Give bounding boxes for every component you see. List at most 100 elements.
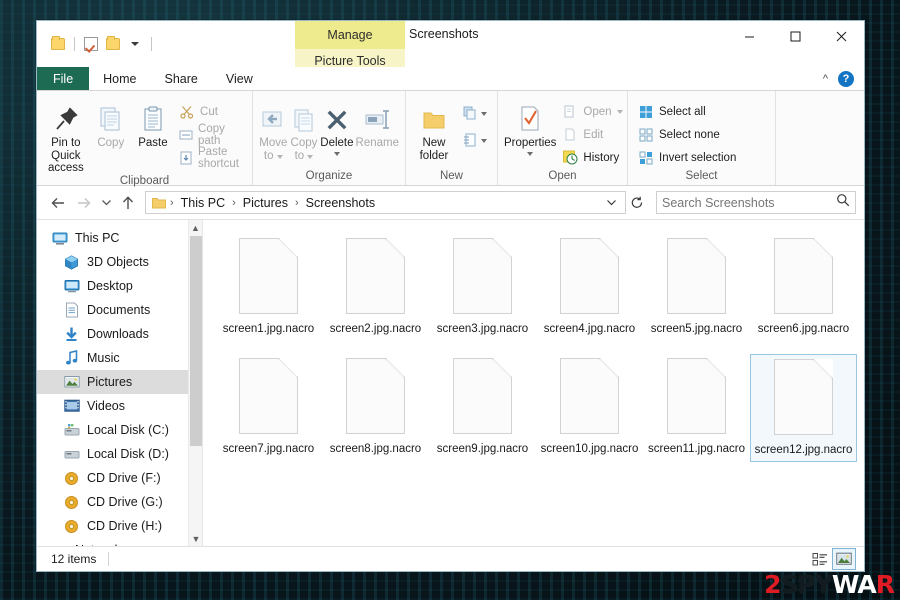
tab-view[interactable]: View <box>212 67 267 90</box>
sidebar-item-cd-drive-g[interactable]: CD Drive (G:) <box>37 490 202 514</box>
tab-share[interactable]: Share <box>151 67 212 90</box>
paste-shortcut-button[interactable]: Paste shortcut <box>175 146 246 170</box>
invert-selection-label: Invert selection <box>659 151 737 164</box>
sidebar-item-local-disk-c[interactable]: Local Disk (C:) <box>37 418 202 442</box>
breadcrumb-separator[interactable]: › <box>231 197 237 209</box>
copy-to-button[interactable]: Copy to <box>290 97 319 162</box>
customize-caret-icon[interactable] <box>124 34 146 54</box>
sidebar-item-videos[interactable]: Videos <box>37 394 202 418</box>
scrollbar-thumb[interactable] <box>190 236 202 446</box>
sidebar-item-network[interactable]: Network <box>37 538 202 546</box>
breadcrumb-screenshots[interactable]: Screenshots <box>302 196 379 210</box>
file-item[interactable]: screen4.jpg.nacro <box>536 234 643 340</box>
sidebar-item-this-pc[interactable]: This PC <box>37 226 202 250</box>
help-icon[interactable]: ? <box>838 70 854 87</box>
file-item[interactable]: screen3.jpg.nacro <box>429 234 536 340</box>
file-item[interactable]: screen9.jpg.nacro <box>429 354 536 462</box>
breadcrumb-pictures[interactable]: Pictures <box>239 196 292 210</box>
edit-button[interactable]: Edit <box>558 124 626 145</box>
easy-access-icon <box>462 133 478 149</box>
nav-pane-scrollbar[interactable]: ▲ ▼ <box>188 220 202 546</box>
file-item[interactable]: screen1.jpg.nacro <box>215 234 322 340</box>
file-item[interactable]: screen12.jpg.nacro <box>750 354 857 462</box>
documents-icon <box>63 302 80 319</box>
move-to-button[interactable]: Move to <box>259 97 288 162</box>
large-icons-view-button[interactable] <box>832 548 856 570</box>
chevron-down-icon <box>333 151 340 156</box>
chevron-down-icon[interactable] <box>601 191 621 214</box>
copy-path-button[interactable]: Copy path <box>175 123 246 147</box>
invert-selection-button[interactable]: Invert selection <box>634 147 740 168</box>
document-fold-corner <box>706 359 725 378</box>
select-all-button[interactable]: Select all <box>634 101 740 122</box>
sidebar-item-local-disk-d[interactable]: Local Disk (D:) <box>37 442 202 466</box>
paste-shortcut-icon <box>179 150 193 166</box>
file-item[interactable]: screen10.jpg.nacro <box>536 354 643 462</box>
recent-locations-button[interactable] <box>97 190 115 216</box>
file-item[interactable]: screen2.jpg.nacro <box>322 234 429 340</box>
file-item[interactable]: screen11.jpg.nacro <box>643 354 750 462</box>
file-item[interactable]: screen8.jpg.nacro <box>322 354 429 462</box>
rename-icon <box>362 100 392 134</box>
music-icon <box>63 350 80 367</box>
scroll-up-arrow-icon[interactable]: ▲ <box>189 220 202 235</box>
rename-button[interactable]: Rename <box>356 97 399 150</box>
breadcrumb-separator[interactable]: › <box>294 197 300 209</box>
file-item[interactable]: screen7.jpg.nacro <box>215 354 322 462</box>
open-button[interactable]: Open <box>558 101 626 122</box>
edit-label: Edit <box>583 128 604 141</box>
tab-home[interactable]: Home <box>89 67 151 90</box>
file-item[interactable]: screen6.jpg.nacro <box>750 234 857 340</box>
new-item-button[interactable] <box>458 103 491 124</box>
sidebar-item-documents[interactable]: Documents <box>37 298 202 322</box>
history-label: History <box>583 151 620 164</box>
new-folder-button[interactable]: New folder <box>412 97 456 162</box>
paste-button[interactable]: Paste <box>133 97 173 150</box>
sidebar-item-desktop[interactable]: Desktop <box>37 274 202 298</box>
sidebar-item-3d-objects[interactable]: 3D Objects <box>37 250 202 274</box>
sidebar-item-downloads[interactable]: Downloads <box>37 322 202 346</box>
tab-file[interactable]: File <box>37 67 90 90</box>
refresh-icon[interactable] <box>626 190 648 216</box>
search-input[interactable]: Search Screenshots <box>656 191 856 214</box>
sidebar-item-label: Videos <box>87 399 125 413</box>
button-label: Rename <box>355 137 399 149</box>
file-item[interactable]: screen5.jpg.nacro <box>643 234 750 340</box>
file-list-view[interactable]: screen1.jpg.nacro screen2.jpg.nacro screen… <box>203 220 864 546</box>
folder-icon[interactable] <box>47 34 69 54</box>
sidebar-item-music[interactable]: Music <box>37 346 202 370</box>
details-view-button[interactable] <box>808 548 832 570</box>
desktop-icon <box>63 278 80 295</box>
address-bar[interactable]: › This PC › Pictures › Screenshots <box>145 191 626 214</box>
properties-check-icon[interactable] <box>80 34 102 54</box>
button-label: Copy <box>97 137 125 149</box>
history-button[interactable]: History <box>558 147 626 168</box>
easy-access-button[interactable] <box>458 130 491 151</box>
delete-button[interactable]: Delete <box>320 97 354 156</box>
pin-to-quick-access-button[interactable]: Pin to Quick access <box>43 97 89 175</box>
back-button[interactable] <box>45 190 71 216</box>
scroll-down-arrow-icon[interactable]: ▼ <box>189 531 202 546</box>
sidebar-item-pictures[interactable]: Pictures <box>37 370 202 394</box>
minimize-icon[interactable] <box>726 21 772 51</box>
sidebar-item-cd-drive-f[interactable]: CD Drive (F:) <box>37 466 202 490</box>
button-label-line2: access <box>47 162 84 174</box>
search-icon[interactable] <box>836 193 850 212</box>
collapse-ribbon-icon[interactable]: ^ <box>823 73 828 85</box>
edit-icon <box>562 127 578 143</box>
new-folder-icon[interactable] <box>102 34 124 54</box>
blank-document-icon <box>453 238 512 314</box>
close-icon[interactable] <box>818 21 864 51</box>
forward-button[interactable] <box>71 190 97 216</box>
ribbon-panel: Pin to Quick access Copy Paste Cut Copy … <box>37 91 864 187</box>
up-button[interactable] <box>115 190 141 216</box>
cut-button[interactable]: Cut <box>175 101 246 122</box>
select-none-button[interactable]: Select none <box>634 124 740 145</box>
videos-icon <box>63 398 80 415</box>
copy-button[interactable]: Copy <box>91 97 131 150</box>
sidebar-item-cd-drive-h[interactable]: CD Drive (H:) <box>37 514 202 538</box>
new-small-buttons <box>458 97 491 151</box>
breadcrumb-this-pc[interactable]: This PC <box>177 196 229 210</box>
maximize-icon[interactable] <box>772 21 818 51</box>
properties-button[interactable]: Properties <box>504 97 556 156</box>
